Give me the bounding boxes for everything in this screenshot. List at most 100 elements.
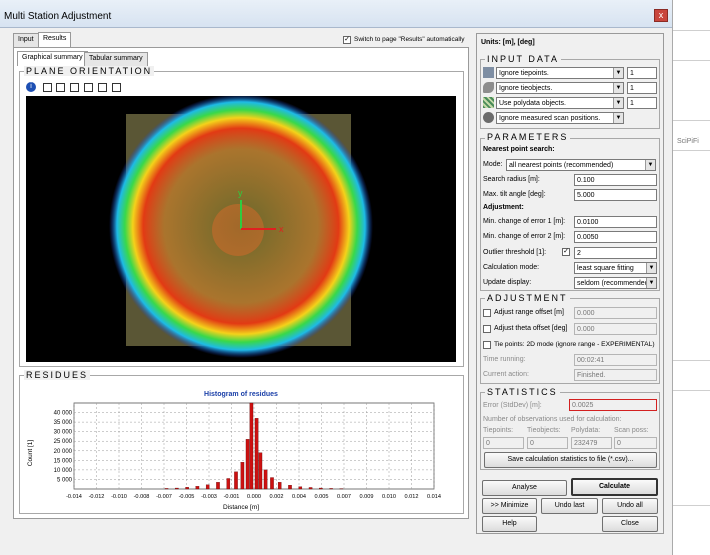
info-icon[interactable]: i [26,82,36,92]
plane-canvas[interactable]: x y [26,96,456,362]
nearest-heading: Nearest point search: [483,146,555,153]
histogram-bar [308,487,313,490]
range-offset-checkbox[interactable] [483,309,491,317]
histogram-bar [319,487,323,490]
tiepoints-obs-value: 0 [483,437,524,449]
x-tick-label: 0.010 [382,494,396,500]
histogram-bar [270,477,274,490]
calculate-button[interactable]: Calculate [571,478,658,496]
x-tick-label: 0.002 [270,494,284,500]
statistics-title: STATISTICS [485,387,560,397]
histogram-bar [216,482,220,490]
tiepoints-count: 1 [627,67,657,79]
view-iso-icon[interactable] [112,83,121,92]
y-tick-label: 5 000 [57,477,73,483]
outlier-checkbox[interactable]: ✓ [562,248,570,256]
tieobjects-select[interactable]: Ignore tieobjects. ▼ [496,82,624,94]
histogram-bar [329,488,333,490]
adjustment-title: ADJUSTMENT [485,293,570,303]
x-tick-label: -0.003 [201,494,217,500]
y-axis-label: y [238,188,243,198]
histogram-bar [245,439,250,490]
col-tieobjects: Tieobjects: [527,427,561,434]
theta-offset-input[interactable]: 0.000 [574,323,657,335]
histogram-bar [175,487,179,490]
x-tick-label: -0.014 [66,494,82,500]
mode-select[interactable]: all nearest points (recommended) ▼ [506,159,656,171]
y-tick-label: 40 000 [54,411,73,417]
calc-mode-select[interactable]: least square fitting ▼ [574,262,657,274]
x-tick-label: 0.012 [405,494,419,500]
save-statistics-button[interactable]: Save calculation statistics to file (*.c… [484,452,657,468]
view-cube-icon[interactable] [43,83,52,92]
polydata-icon [483,97,494,108]
error1-label: Min. change of error 1 [m]: [483,218,566,225]
outlier-input[interactable]: 2 [574,247,657,259]
minimize-button[interactable]: >> Minimize [482,498,537,514]
adjustment-heading: Adjustment: [483,204,524,211]
x-tick-label: -0.001 [224,494,240,500]
view-side-icon[interactable] [70,83,79,92]
col-polydata: Polydata: [571,427,601,434]
undo-all-button[interactable]: Undo all [602,498,658,514]
histogram-ylabel: Count [1] [27,440,34,467]
histogram-title: Histogram of residues [204,391,278,398]
tilt-angle-label: Max. tilt angle [deg]: [483,191,546,198]
view-top-icon[interactable] [84,83,93,92]
histogram-xlabel: Distance [m] [223,504,259,511]
close-button[interactable]: Close [602,516,658,532]
view-front-icon[interactable] [56,83,65,92]
tab-graphical-summary[interactable]: Graphical summary [17,51,88,66]
tieobject-icon [483,82,494,93]
update-label: Update display: [483,279,532,286]
x-tick-label: -0.012 [89,494,105,500]
tie2d-checkbox[interactable] [483,341,491,349]
histogram-bar [195,486,200,490]
theta-offset-checkbox[interactable] [483,325,491,333]
tab-input[interactable]: Input [13,33,39,47]
y-tick-label: 30 000 [54,430,73,436]
range-offset-input[interactable]: 0.000 [574,307,657,319]
error1-input[interactable]: 0.0100 [574,216,657,228]
y-tick-label: 25 000 [54,439,73,445]
polydata-count: 1 [627,97,657,109]
help-button[interactable]: Help [482,516,537,532]
histogram-bar [298,486,303,490]
tab-results[interactable]: Results [38,32,72,47]
tiepoints-select[interactable]: Ignore tiepoints. ▼ [496,67,624,79]
histogram-bar [240,462,245,490]
search-radius-input[interactable]: 0.100 [574,174,657,186]
x-tick-label: 0.004 [292,494,306,500]
error2-label: Min. change of error 2 [m]: [483,233,566,240]
switch-label: Switch to page "Results" automatically [354,36,465,43]
tiepoint-icon [483,67,494,78]
error2-input[interactable]: 0.0050 [574,231,657,243]
x-axis-label: x [279,224,284,234]
background-window: SciPiFi [672,0,710,555]
switch-checkbox[interactable]: ✓ [343,36,351,44]
histogram-bar [263,469,268,490]
histogram-bar [234,471,238,490]
tieobjects-count: 1 [627,82,657,94]
x-tick-label: 0.005 [315,494,329,500]
histogram-bar [164,488,169,490]
calc-mode-label: Calculation mode: [483,264,540,271]
current-action-value: Finished. [574,369,657,381]
y-tick-label: 15 000 [54,458,73,464]
x-tick-label: -0.010 [111,494,127,500]
tieobjects-obs-value: 0 [527,437,568,449]
tab-tabular-summary[interactable]: Tabular summary [84,52,148,66]
view-back-icon[interactable] [98,83,107,92]
analyse-button[interactable]: Analyse [482,480,567,496]
histogram-bar [258,452,263,490]
tilt-angle-input[interactable]: 5.000 [574,189,657,201]
window-title: Multi Station Adjustment [4,11,112,22]
error-stddev-label: Error (StdDev) [m]: [483,402,542,409]
title-bar: Multi Station Adjustment x [0,0,672,28]
polydata-select[interactable]: Use polydata objects. ▼ [496,97,624,109]
close-icon[interactable]: x [654,9,668,22]
undo-last-button[interactable]: Undo last [541,498,598,514]
current-action-label: Current action: [483,371,529,378]
scanpos-select[interactable]: Ignore measured scan positions. ▼ [496,112,624,124]
update-select[interactable]: seldom (recommended) ▼ [574,277,657,289]
